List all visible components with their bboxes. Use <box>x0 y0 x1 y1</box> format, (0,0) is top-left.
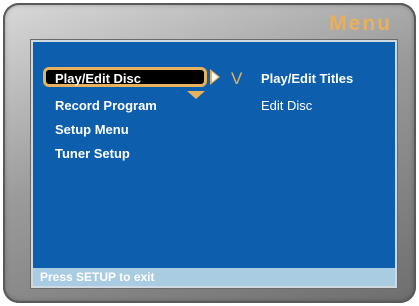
arrow-right-icon <box>210 69 220 85</box>
chevron-down-icon: V <box>231 69 243 88</box>
menu-item-tuner-setup[interactable]: Tuner Setup <box>55 146 130 161</box>
status-bar: Press SETUP to exit <box>33 268 395 286</box>
menu-item-setup-menu[interactable]: Setup Menu <box>55 122 129 137</box>
submenu-item-edit-disc[interactable]: Edit Disc <box>261 98 312 113</box>
tv-frame: Menu Play/Edit Disc Record Program Setup… <box>3 3 416 303</box>
menu-item-record-program[interactable]: Record Program <box>55 98 157 113</box>
arrow-down-icon <box>187 91 205 99</box>
menu-screen: Play/Edit Disc Record Program Setup Menu… <box>33 42 395 286</box>
menu-item-play-edit-disc[interactable]: Play/Edit Disc <box>43 67 207 87</box>
menu-title: Menu <box>329 12 392 35</box>
status-text: Press SETUP to exit <box>40 270 155 284</box>
submenu-item-play-edit-titles[interactable]: Play/Edit Titles <box>261 71 353 86</box>
menu-item-label: Play/Edit Disc <box>55 71 141 86</box>
